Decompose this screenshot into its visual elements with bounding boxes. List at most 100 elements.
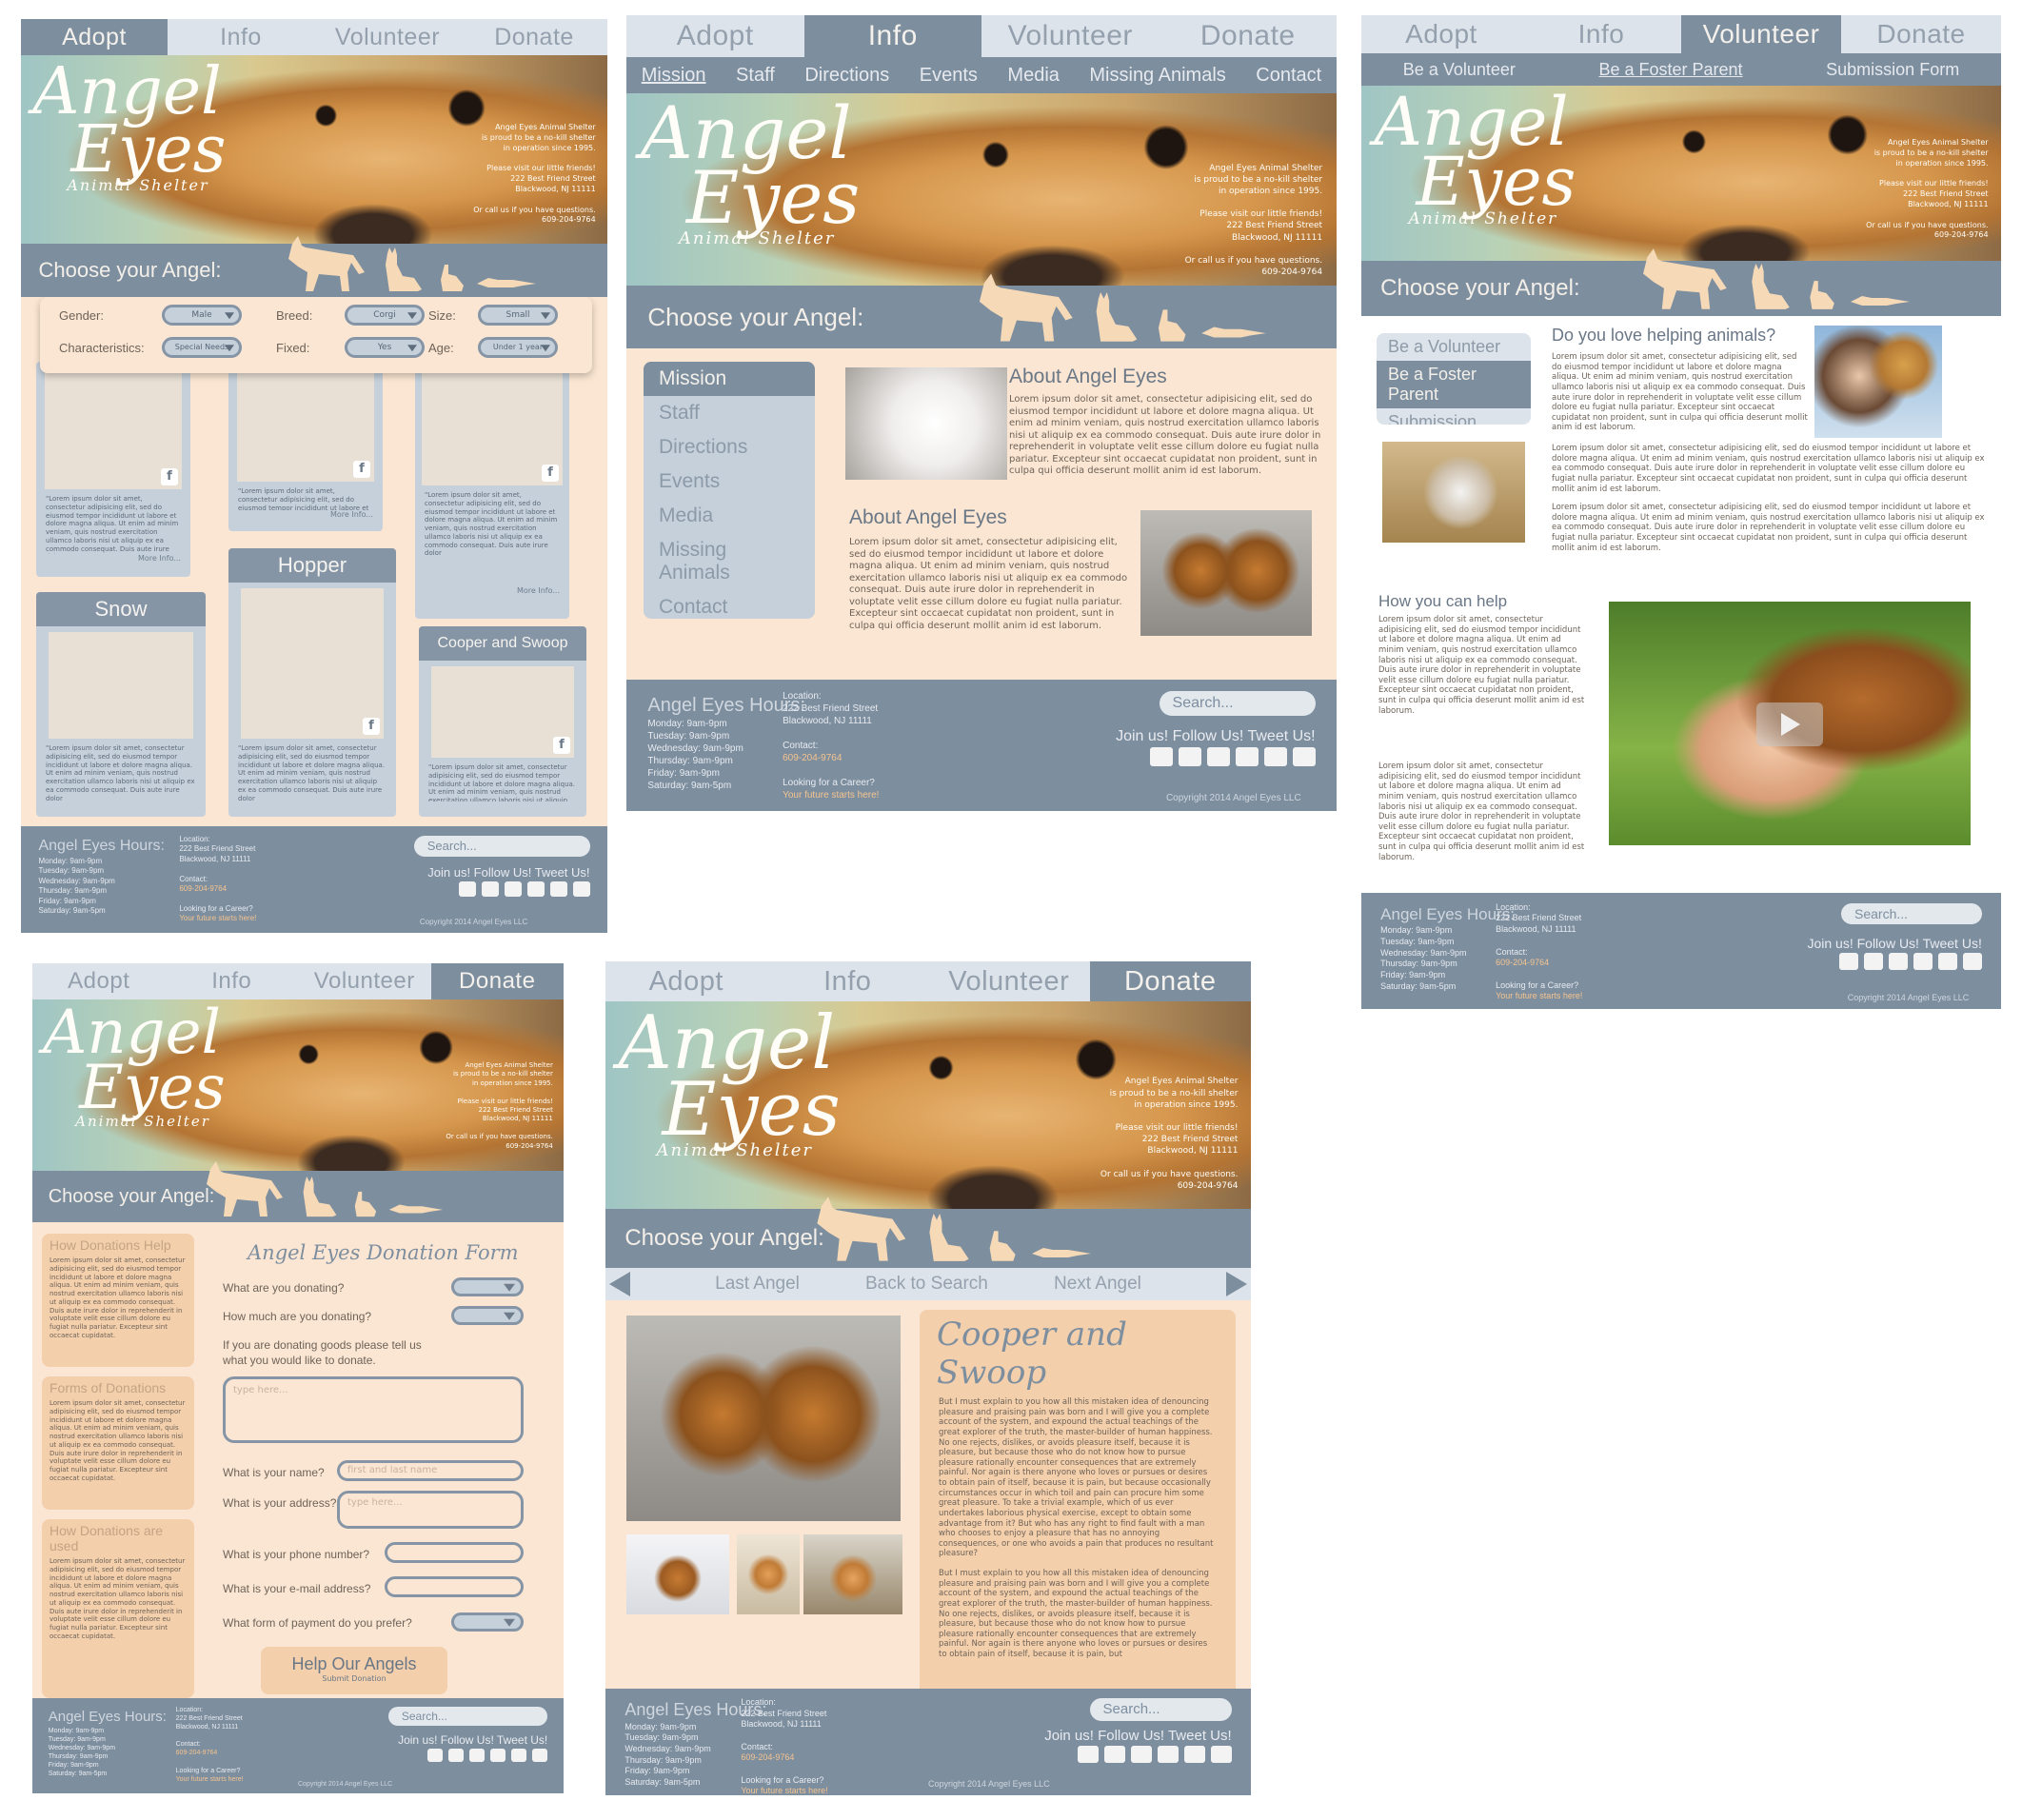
lizard-icon[interactable] bbox=[1198, 321, 1270, 344]
tab-info[interactable]: Info bbox=[803, 15, 981, 57]
search-input[interactable]: Search... bbox=[1089, 1698, 1232, 1722]
tab-adopt[interactable]: Adopt bbox=[21, 19, 168, 55]
animal-card[interactable]: Hopper f "Lorem ipsum dolor sit amet, co… bbox=[228, 548, 396, 817]
share-icon[interactable] bbox=[1962, 953, 1982, 971]
search-input[interactable]: Search... bbox=[1841, 902, 1982, 924]
facebook-icon[interactable]: f bbox=[553, 737, 570, 754]
side-events[interactable]: Events bbox=[644, 465, 815, 499]
side-staff[interactable]: Staff bbox=[644, 396, 815, 430]
cat-icon[interactable] bbox=[1089, 291, 1144, 344]
youtube-icon[interactable] bbox=[549, 881, 567, 898]
flickr-icon[interactable] bbox=[490, 1749, 506, 1762]
flickr-icon[interactable] bbox=[1235, 747, 1259, 767]
lizard-icon[interactable] bbox=[387, 1199, 445, 1218]
tab-volunteer[interactable]: Volunteer bbox=[981, 15, 1160, 57]
rss-icon[interactable] bbox=[469, 1749, 486, 1762]
youtube-icon[interactable] bbox=[1263, 747, 1287, 767]
logo[interactable]: Angel Eyes Animal Shelter bbox=[641, 96, 860, 247]
logo[interactable]: Angel Eyes Animal Shelter bbox=[43, 1002, 226, 1129]
side-be-a-foster-parent[interactable]: Be a Foster Parent bbox=[1377, 361, 1531, 408]
share-icon[interactable] bbox=[1210, 1746, 1232, 1764]
search-input[interactable]: Search... bbox=[413, 836, 590, 858]
more-info-link[interactable]: More Info... bbox=[228, 510, 383, 519]
tab-adopt[interactable]: Adopt bbox=[605, 961, 767, 1001]
facebook-icon[interactable] bbox=[481, 881, 499, 898]
subnav-missing-animals[interactable]: Missing Animals bbox=[1089, 65, 1225, 87]
dog-icon[interactable] bbox=[285, 234, 370, 293]
tab-donate[interactable]: Donate bbox=[1159, 15, 1337, 57]
logo[interactable]: Angel Eyes Animal Shelter bbox=[619, 1006, 841, 1159]
rss-icon[interactable] bbox=[1888, 953, 1908, 971]
play-icon[interactable] bbox=[1756, 702, 1823, 746]
lizard-icon[interactable] bbox=[1027, 1242, 1096, 1263]
facebook-icon[interactable] bbox=[1178, 747, 1201, 767]
logo[interactable]: Angel Eyes Animal Shelter bbox=[1374, 89, 1576, 228]
share-icon[interactable] bbox=[1292, 747, 1316, 767]
animal-card[interactable]: Snow "Lorem ipsum dolor sit amet, consec… bbox=[36, 592, 206, 817]
next-angel-link[interactable]: Next Angel bbox=[1054, 1274, 1141, 1295]
lizard-icon[interactable] bbox=[1846, 290, 1914, 311]
facebook-icon[interactable]: f bbox=[542, 465, 559, 482]
rss-icon[interactable] bbox=[1206, 747, 1230, 767]
career-link[interactable]: Your future starts here! bbox=[783, 789, 879, 801]
tab-adopt[interactable]: Adopt bbox=[32, 963, 166, 999]
flickr-icon[interactable] bbox=[1913, 953, 1933, 971]
side-contact[interactable]: Contact bbox=[644, 590, 815, 619]
thumbnail-photo[interactable] bbox=[803, 1534, 902, 1614]
facebook-icon[interactable] bbox=[1863, 953, 1883, 971]
twitter-icon[interactable] bbox=[1149, 747, 1173, 767]
prev-arrow-icon[interactable] bbox=[609, 1272, 630, 1296]
thumbnail-photo[interactable] bbox=[626, 1534, 729, 1614]
twitter-icon[interactable] bbox=[427, 1749, 444, 1762]
characteristics-select[interactable]: Special Needs bbox=[162, 337, 242, 358]
tab-donate[interactable]: Donate bbox=[1089, 961, 1251, 1001]
tab-volunteer[interactable]: Volunteer bbox=[298, 963, 431, 999]
twitter-icon[interactable] bbox=[1838, 953, 1858, 971]
facebook-icon[interactable] bbox=[1103, 1746, 1125, 1764]
tab-info[interactable]: Info bbox=[165, 963, 298, 999]
side-mission[interactable]: Mission bbox=[644, 362, 815, 396]
side-media[interactable]: Media bbox=[644, 499, 815, 533]
tab-donate[interactable]: Donate bbox=[461, 19, 607, 55]
rabbit-icon[interactable] bbox=[1154, 307, 1188, 344]
email-field[interactable] bbox=[385, 1576, 524, 1597]
search-input[interactable]: Search... bbox=[1159, 691, 1316, 717]
youtube-icon[interactable] bbox=[511, 1749, 527, 1762]
thumbnail-photo[interactable] bbox=[737, 1534, 800, 1614]
subnav-contact[interactable]: Contact bbox=[1256, 65, 1321, 87]
rabbit-icon[interactable] bbox=[985, 1229, 1018, 1263]
payment-select[interactable] bbox=[451, 1612, 524, 1632]
subnav-submission-form[interactable]: Submission Form bbox=[1826, 60, 1959, 80]
side-directions[interactable]: Directions bbox=[644, 430, 815, 465]
animal-card[interactable]: Cooper and Swoop f "Lorem ipsum dolor si… bbox=[419, 626, 586, 817]
tab-volunteer[interactable]: Volunteer bbox=[314, 19, 461, 55]
rabbit-icon[interactable] bbox=[1806, 279, 1836, 311]
tab-donate[interactable]: Donate bbox=[1841, 15, 2001, 53]
rss-icon[interactable] bbox=[504, 881, 522, 898]
cat-icon[interactable] bbox=[380, 247, 427, 293]
side-submission-form[interactable]: Submission Form bbox=[1377, 408, 1531, 425]
rabbit-icon[interactable] bbox=[437, 263, 466, 293]
tab-adopt[interactable]: Adopt bbox=[1361, 15, 1521, 53]
dog-icon[interactable] bbox=[975, 271, 1080, 344]
side-missing-animals[interactable]: Missing Animals bbox=[644, 533, 815, 590]
tab-volunteer[interactable]: Volunteer bbox=[928, 961, 1090, 1001]
share-icon[interactable] bbox=[532, 1749, 548, 1762]
subnav-media[interactable]: Media bbox=[1007, 65, 1059, 87]
tab-donate[interactable]: Donate bbox=[430, 963, 564, 999]
back-to-search-link[interactable]: Back to Search bbox=[865, 1274, 988, 1295]
subnav-mission[interactable]: Mission bbox=[642, 65, 706, 87]
phone-field[interactable] bbox=[385, 1542, 524, 1563]
tab-adopt[interactable]: Adopt bbox=[626, 15, 804, 57]
facebook-icon[interactable]: f bbox=[353, 461, 370, 478]
flickr-icon[interactable] bbox=[1157, 1746, 1179, 1764]
subnav-staff[interactable]: Staff bbox=[736, 65, 775, 87]
search-input[interactable]: Search... bbox=[387, 1707, 548, 1726]
subnav-be-a-foster-parent[interactable]: Be a Foster Parent bbox=[1598, 60, 1742, 80]
lizard-icon[interactable] bbox=[475, 272, 538, 293]
submit-donation-button[interactable]: Help Our Angels Submit Donation bbox=[261, 1647, 447, 1694]
next-arrow-icon[interactable] bbox=[1226, 1272, 1247, 1296]
dog-icon[interactable] bbox=[812, 1195, 913, 1263]
subnav-directions[interactable]: Directions bbox=[804, 65, 889, 87]
dog-icon[interactable] bbox=[1636, 247, 1735, 311]
